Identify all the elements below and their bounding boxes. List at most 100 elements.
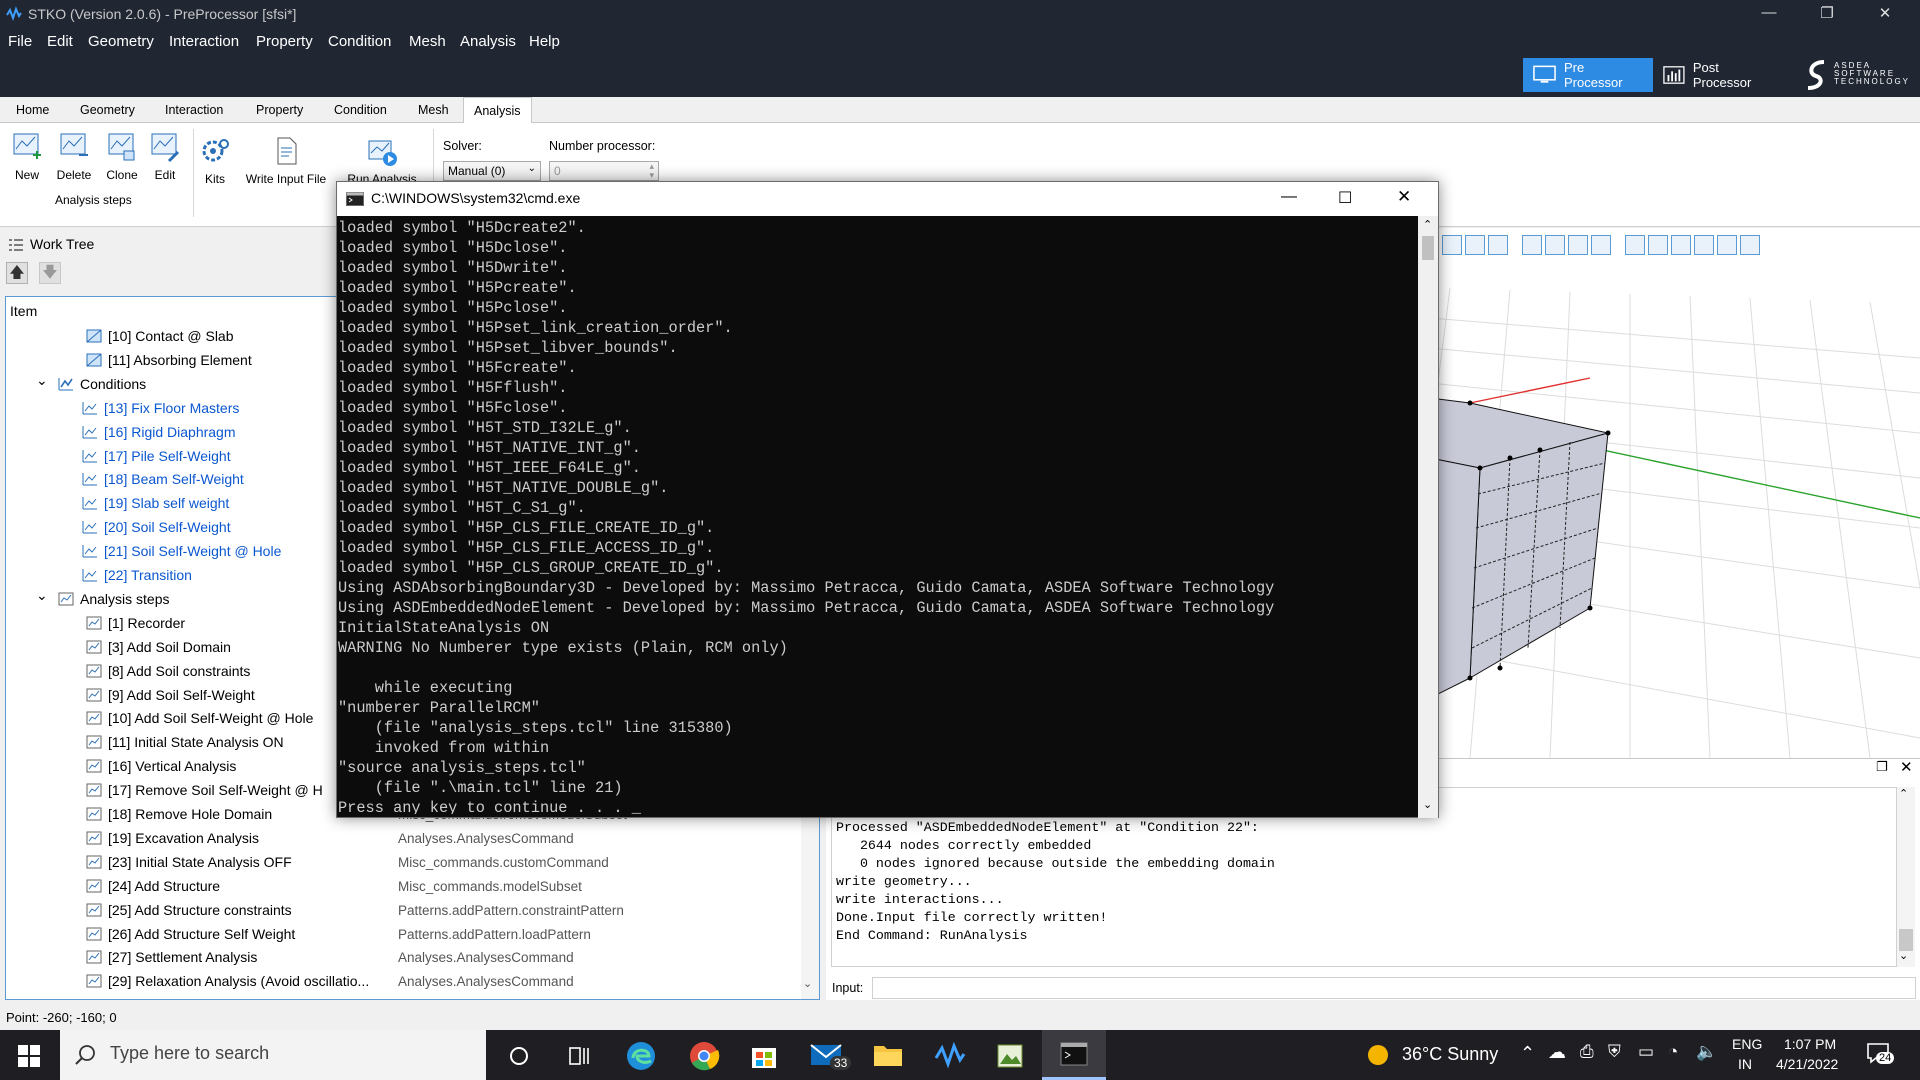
tree-item[interactable]: [24] Add Structure bbox=[86, 878, 220, 900]
tree-item[interactable]: [11] Initial State Analysis ON bbox=[86, 734, 284, 756]
tree-item[interactable]: [26] Add Structure Self Weight bbox=[86, 926, 295, 948]
scroll-down-icon[interactable]: ⌄ bbox=[803, 977, 812, 990]
delete-step-button[interactable]: Delete bbox=[54, 131, 94, 182]
view-tool-button[interactable] bbox=[1694, 235, 1714, 255]
tree-item[interactable]: [27] Settlement Analysis bbox=[86, 949, 257, 971]
run-analysis-button[interactable]: Run Analysis bbox=[342, 135, 422, 186]
kits-button[interactable]: Kits bbox=[198, 135, 232, 186]
scroll-down-icon[interactable]: ⌄ bbox=[1423, 798, 1432, 811]
tab-interaction[interactable]: Interaction bbox=[165, 103, 223, 117]
language-line-2[interactable]: IN bbox=[1738, 1056, 1752, 1072]
view-tool-button[interactable] bbox=[1488, 235, 1508, 255]
tab-condition[interactable]: Condition bbox=[334, 103, 387, 117]
view-tool-button[interactable] bbox=[1568, 235, 1588, 255]
minimize-button[interactable]: — bbox=[1746, 4, 1792, 21]
chevron-up-icon[interactable]: ⌃ bbox=[1520, 1043, 1535, 1064]
windows-start-icon[interactable] bbox=[18, 1045, 40, 1067]
tree-item[interactable]: [19] Slab self weight bbox=[82, 495, 229, 517]
view-tool-button[interactable] bbox=[1717, 235, 1737, 255]
tree-item[interactable]: [18] Beam Self-Weight bbox=[82, 471, 244, 493]
restore-button[interactable]: ❐ bbox=[1804, 4, 1850, 22]
view-tool-button[interactable] bbox=[1591, 235, 1611, 255]
pre-processor-button[interactable]: Pre Processor bbox=[1523, 58, 1653, 92]
tree-item[interactable]: ⌄ Conditions bbox=[36, 372, 146, 398]
clock-time[interactable]: 1:07 PM bbox=[1784, 1036, 1836, 1052]
security-icon[interactable]: ⛨ bbox=[1608, 1042, 1621, 1062]
tree-item[interactable]: [8] Add Soil constraints bbox=[86, 663, 250, 685]
language-line-1[interactable]: ENG bbox=[1732, 1036, 1762, 1052]
battery-icon[interactable]: ▭ bbox=[1638, 1042, 1654, 1062]
expand-chevron-icon[interactable]: ⌄ bbox=[36, 587, 48, 604]
menu-help[interactable]: Help bbox=[529, 33, 560, 50]
cmd-window[interactable]: C:\WINDOWS\system32\cmd.exe — ☐ ✕ loaded… bbox=[336, 181, 1439, 818]
tab-home[interactable]: Home bbox=[16, 103, 49, 117]
scroll-thumb[interactable] bbox=[1422, 236, 1434, 260]
nproc-spinbox[interactable]: 0 ▴ ▾ bbox=[549, 161, 659, 181]
wifi-icon[interactable]: ◔ bbox=[1668, 1042, 1678, 1062]
scroll-up-icon[interactable]: ⌃ bbox=[1423, 218, 1432, 231]
cmd-maximize-button[interactable]: ☐ bbox=[1338, 188, 1352, 208]
cortana-icon[interactable] bbox=[508, 1045, 530, 1067]
cmd-close-button[interactable]: ✕ bbox=[1397, 187, 1411, 207]
view-tool-button[interactable] bbox=[1545, 235, 1565, 255]
tree-item[interactable]: [11] Absorbing Element bbox=[86, 352, 252, 374]
menu-interaction[interactable]: Interaction bbox=[169, 33, 239, 50]
menu-file[interactable]: File bbox=[8, 33, 32, 50]
tab-mesh[interactable]: Mesh bbox=[418, 103, 449, 117]
solver-select[interactable]: Manual (0) ⌄ bbox=[443, 161, 541, 181]
tree-item[interactable]: [1] Recorder bbox=[86, 615, 185, 637]
tree-item[interactable]: ⌄ Analysis steps bbox=[36, 587, 169, 613]
cmd-taskbar-button[interactable] bbox=[1042, 1030, 1106, 1080]
notification-center[interactable]: 24 bbox=[1866, 1042, 1900, 1070]
tree-item[interactable]: [21] Soil Self-Weight @ Hole bbox=[82, 543, 281, 565]
taskbar-search-box[interactable]: Type here to search bbox=[60, 1030, 486, 1080]
tab-geometry[interactable]: Geometry bbox=[80, 103, 135, 117]
usb-icon[interactable]: ⎙ bbox=[1580, 1042, 1594, 1062]
volume-icon[interactable]: 🔈 bbox=[1696, 1042, 1717, 1062]
scroll-up-icon[interactable]: ⌃ bbox=[1899, 787, 1908, 800]
move-down-button[interactable]: 🡇 bbox=[39, 262, 61, 284]
tree-item[interactable]: [23] Initial State Analysis OFF bbox=[86, 854, 292, 876]
viewport-3d[interactable] bbox=[1430, 228, 1920, 758]
tree-item[interactable]: [16] Rigid Diaphragm bbox=[82, 424, 236, 446]
view-tool-button[interactable] bbox=[1671, 235, 1691, 255]
write-input-file-button[interactable]: Write Input File bbox=[240, 135, 332, 186]
menu-mesh[interactable]: Mesh bbox=[409, 33, 446, 50]
view-tool-button[interactable] bbox=[1740, 235, 1760, 255]
cmd-title-bar[interactable]: C:\WINDOWS\system32\cmd.exe — ☐ ✕ bbox=[337, 182, 1438, 216]
tree-item[interactable]: [13] Fix Floor Masters bbox=[82, 400, 239, 422]
task-view-icon[interactable] bbox=[568, 1045, 590, 1067]
edit-step-button[interactable]: Edit bbox=[148, 131, 182, 182]
command-input[interactable] bbox=[872, 977, 1916, 999]
tree-item[interactable]: [20] Soil Self-Weight bbox=[82, 519, 231, 541]
expand-chevron-icon[interactable]: ⌄ bbox=[36, 372, 48, 389]
tree-item[interactable]: [16] Vertical Analysis bbox=[86, 758, 236, 780]
cloud-icon[interactable]: ☁ bbox=[1548, 1042, 1566, 1063]
chrome-icon[interactable] bbox=[688, 1040, 720, 1072]
weather-text[interactable]: 36°C Sunny bbox=[1402, 1044, 1498, 1065]
move-up-button[interactable]: 🡅 bbox=[6, 262, 28, 284]
store-icon[interactable] bbox=[750, 1042, 778, 1070]
mail-app[interactable]: 33 bbox=[810, 1040, 854, 1076]
tree-item[interactable]: [25] Add Structure constraints bbox=[86, 902, 292, 924]
view-tool-button[interactable] bbox=[1648, 235, 1668, 255]
file-explorer-icon[interactable] bbox=[873, 1042, 903, 1068]
view-tool-button[interactable] bbox=[1465, 235, 1485, 255]
tree-item[interactable]: [10] Contact @ Slab bbox=[86, 328, 234, 350]
tree-item[interactable]: [9] Add Soil Self-Weight bbox=[86, 687, 255, 709]
scroll-down-icon[interactable]: ⌄ bbox=[1899, 949, 1908, 962]
float-panel-icon[interactable]: ❐ bbox=[1876, 759, 1888, 775]
tab-property[interactable]: Property bbox=[256, 103, 303, 117]
new-step-button[interactable]: New bbox=[10, 131, 44, 182]
image-viewer-icon[interactable] bbox=[996, 1042, 1024, 1070]
clock-date[interactable]: 4/21/2022 bbox=[1776, 1056, 1838, 1072]
close-button[interactable]: ✕ bbox=[1862, 4, 1908, 22]
tab-analysis[interactable]: Analysis bbox=[463, 97, 532, 124]
tree-item[interactable]: [18] Remove Hole Domain bbox=[86, 806, 272, 828]
tree-item[interactable]: [17] Pile Self-Weight bbox=[82, 448, 231, 470]
edge-icon[interactable] bbox=[625, 1040, 657, 1072]
tree-item[interactable]: [22] Transition bbox=[82, 567, 192, 589]
menu-property[interactable]: Property bbox=[256, 33, 313, 50]
post-processor-button[interactable]: Post Processor bbox=[1653, 58, 1783, 92]
clone-step-button[interactable]: Clone bbox=[104, 131, 140, 182]
